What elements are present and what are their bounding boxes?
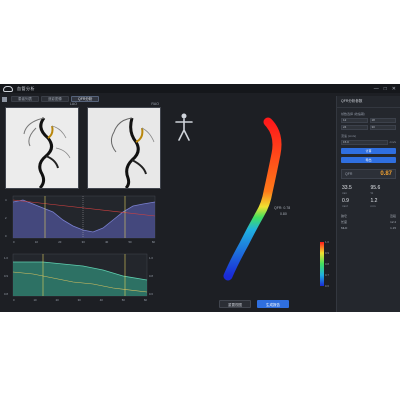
- qfr-result-card: QFR 0.87: [341, 169, 396, 179]
- minimize-icon[interactable]: —: [374, 86, 379, 92]
- table-row: MLD 1.15: [341, 226, 396, 230]
- view-buttons: 重置视图 生成报告: [219, 300, 289, 308]
- window-controls: — □ ✕: [374, 86, 400, 92]
- flow-velocity-input[interactable]: 15.0: [341, 140, 388, 145]
- vessel-annotation-value: 0.80: [280, 212, 287, 216]
- tab-images[interactable]: 造影图像: [41, 96, 69, 102]
- bottom-plot-xtick: 40: [99, 298, 103, 302]
- frame-row-1: 12 18: [341, 118, 396, 123]
- app-title: 血管分析: [17, 85, 35, 91]
- flow-row: 15.0 cm/s: [341, 140, 396, 145]
- table-row: 长度 12.4: [341, 220, 396, 224]
- generate-report-button[interactable]: 生成报告: [257, 300, 289, 308]
- top-plot-xtick: 40: [105, 240, 109, 244]
- right-panel: QFR分析参数 帧数选择 (收缩期) 12 18 24 30 流速 (cm/s)…: [336, 96, 400, 312]
- color-scale-tick: 0.7: [325, 273, 329, 277]
- frame-end-input[interactable]: 18: [369, 118, 396, 123]
- flow-unit: cm/s: [389, 140, 396, 144]
- close-icon[interactable]: ✕: [392, 86, 396, 92]
- stat-unit: mm²: [342, 204, 348, 208]
- stat-unit: %: [370, 191, 374, 195]
- bottom-plot-xaxis: 0 10 20 30 40 50 60: [13, 298, 147, 302]
- bottom-plot-y2tick: 0.6: [149, 292, 153, 296]
- frame-start-input[interactable]: 12: [341, 118, 368, 123]
- angio-right-tag: RAO: [151, 102, 159, 106]
- lesion-table: 狭窄 近段 长度 12.4 MLD 1.15: [341, 214, 396, 230]
- compute-button[interactable]: 计算: [341, 148, 396, 154]
- tab-patients[interactable]: 患者列表: [11, 96, 39, 102]
- frame-row-2: 24 30: [341, 125, 396, 130]
- angio-left-tag: LAO: [69, 102, 77, 106]
- top-plot-ytick: 2: [5, 216, 7, 220]
- right-panel-title: QFR分析参数: [337, 96, 400, 108]
- stat-item: 95.6%: [371, 185, 396, 195]
- vessel-3d-view[interactable]: QFR: 0.78 0.80 1.0 0.9 0.8 0.7 0.6: [168, 104, 332, 310]
- angiogram-right-image: [88, 108, 160, 190]
- reset-view-button[interactable]: 重置视图: [219, 300, 251, 308]
- top-plot-ytick: 4: [5, 198, 7, 202]
- top-plot-xaxis: 0 10 20 30 40 50 60: [13, 240, 155, 244]
- qfr-result-key: QFR: [345, 172, 353, 176]
- stat-unit: mm: [370, 204, 376, 208]
- maximize-icon[interactable]: □: [384, 86, 387, 92]
- home-icon[interactable]: [2, 96, 7, 102]
- bottom-plot-y2tick: 0.8: [149, 274, 153, 278]
- stat-item: 33.5 mm: [342, 185, 367, 195]
- cloud-logo-icon: [3, 85, 13, 92]
- table-row: 狭窄 近段: [341, 214, 396, 218]
- qfr-result-value: 0.87: [380, 171, 392, 177]
- top-plot-xtick: 20: [58, 240, 62, 244]
- stat-item: 1.2 mm: [371, 198, 396, 208]
- top-plot-xtick: 60: [151, 240, 155, 244]
- bottom-plot-xtick: 60: [143, 298, 147, 302]
- table-value: 1.15: [390, 226, 396, 230]
- bottom-plot-xtick: 0: [13, 298, 15, 302]
- color-scale-tick: 0.8: [325, 262, 329, 266]
- table-value: 12.4: [390, 220, 396, 224]
- bottom-plot-xtick: 30: [77, 298, 81, 302]
- qfr-color-scale: [320, 242, 324, 286]
- frame-end2-input[interactable]: 30: [369, 125, 396, 130]
- diameter-plot[interactable]: 4 2 0 0 10 20 30 40 50 60: [3, 194, 159, 248]
- color-scale-tick: 1.0: [325, 240, 329, 244]
- frame-start2-input[interactable]: 24: [341, 125, 368, 130]
- top-plot-xtick: 0: [13, 240, 15, 244]
- left-column: LAO RAO 4 2 0 0 10 20 30 40 50 60 1.0 0.…: [3, 102, 163, 310]
- qfr-pullback-plot[interactable]: 1.0 0.9 0.8 1.0 0.8 0.6 0 10 20 30 40 50…: [3, 252, 159, 306]
- bottom-plot-xtick: 50: [121, 298, 125, 302]
- angiogram-left-image: [6, 108, 78, 190]
- bottom-plot-xtick: 10: [33, 298, 37, 302]
- bottom-plot-ytick: 0.9: [4, 274, 8, 278]
- bottom-plot-ytick: 0.8: [4, 292, 8, 296]
- angiogram-right[interactable]: RAO: [87, 102, 161, 190]
- color-scale-ticks: 1.0 0.9 0.8 0.7 0.6: [325, 240, 329, 288]
- frame-section-label: 帧数选择 (收缩期): [341, 112, 365, 116]
- top-plot-xtick: 10: [34, 240, 38, 244]
- top-plot-xtick: 30: [81, 240, 85, 244]
- table-key: MLD: [341, 226, 348, 230]
- top-plot-xtick: 50: [128, 240, 132, 244]
- stats-grid: 33.5 mm 95.6% 0.9 mm² 1.2 mm: [342, 185, 395, 208]
- vessel-model: [223, 117, 282, 281]
- stat-item: 0.9 mm²: [342, 198, 367, 208]
- export-button[interactable]: 导出: [341, 157, 396, 163]
- table-value: 近段: [389, 214, 396, 218]
- title-bar: 血管分析 — □ ✕: [0, 84, 400, 93]
- bottom-plot-xtick: 20: [55, 298, 59, 302]
- table-key: 长度: [341, 220, 348, 224]
- color-scale-tick: 0.6: [325, 284, 329, 288]
- angiogram-left[interactable]: LAO: [5, 102, 79, 190]
- bottom-plot-ytick: 1.0: [4, 256, 8, 260]
- top-plot-ytick: 0: [5, 234, 7, 238]
- table-key: 狭窄: [341, 214, 348, 218]
- stat-unit: mm: [342, 191, 347, 195]
- vessel-annotation-qfr: QFR: 0.78: [274, 206, 291, 210]
- bottom-plot-y2tick: 1.0: [149, 256, 153, 260]
- color-scale-tick: 0.9: [325, 251, 329, 255]
- flow-section-label: 流速 (cm/s): [341, 134, 357, 138]
- app-window: 血管分析 — □ ✕ 患者列表 造影图像 QFR分析 LAO RAO 4 2 0…: [0, 84, 400, 312]
